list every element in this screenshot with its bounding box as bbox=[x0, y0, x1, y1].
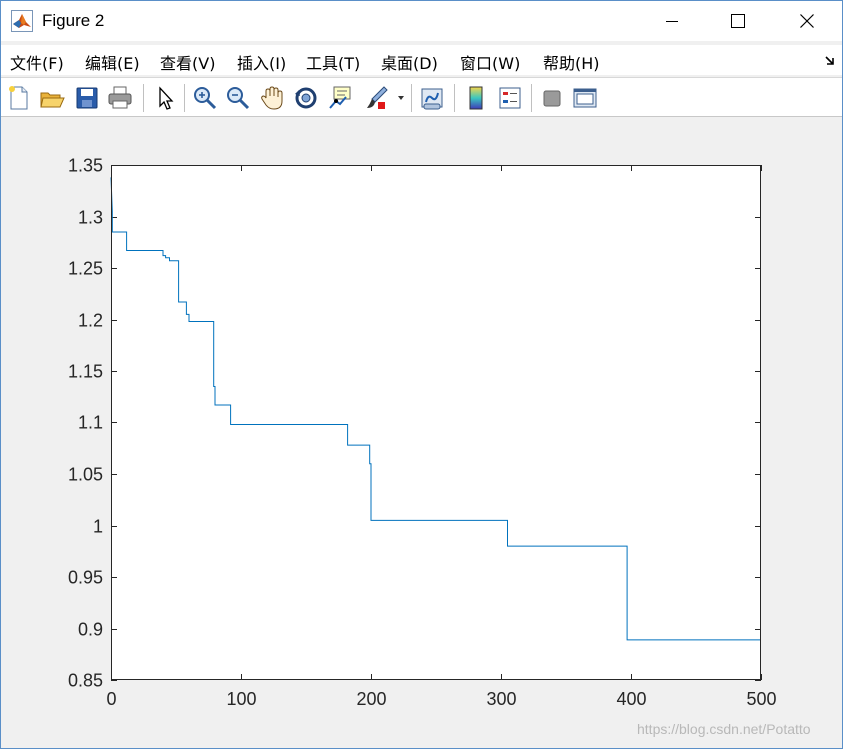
window-title: Figure 2 bbox=[42, 11, 105, 30]
print-icon bbox=[108, 86, 132, 109]
x-tick-label: 200 bbox=[356, 689, 386, 709]
colorbar-button[interactable] bbox=[462, 84, 490, 112]
toolbar-separator bbox=[411, 84, 412, 112]
pan-button[interactable] bbox=[258, 84, 286, 112]
show-plot-tools-icon bbox=[573, 88, 597, 108]
figure-toolbar bbox=[1, 77, 842, 117]
legend-icon bbox=[499, 87, 521, 109]
y-tick-label: 0.95 bbox=[68, 568, 103, 588]
figure-canvas[interactable]: 0.85 0.9 0.95 1 1.05 1.1 1.15 1.2 1.25 1.3 1.35 0 1… bbox=[1, 118, 842, 748]
new-figure-icon bbox=[9, 86, 28, 110]
rotate-3d-icon bbox=[295, 87, 317, 109]
x-tick-label: 500 bbox=[746, 689, 776, 709]
hide-plot-tools-button[interactable] bbox=[538, 84, 566, 112]
data-cursor-button[interactable] bbox=[326, 84, 354, 112]
watermark-text: https://blog.csdn.net/Potatto bbox=[637, 721, 811, 737]
figure-window: Figure 2 文件(F) 编辑(E) 查看(V) 插入(I) 工具(T) 桌… bbox=[0, 0, 843, 749]
brush-dropdown-icon[interactable] bbox=[397, 94, 405, 102]
maximize-button[interactable] bbox=[703, 1, 773, 41]
toolbar-separator bbox=[143, 84, 144, 112]
y-tick-label: 1.35 bbox=[68, 156, 103, 176]
brush-button[interactable] bbox=[362, 84, 390, 112]
line-chart[interactable]: 0.85 0.9 0.95 1 1.05 1.1 1.15 1.2 1.25 1.3 1.35 0 1… bbox=[1, 118, 842, 748]
menu-help[interactable]: 帮助(H) bbox=[543, 50, 600, 74]
x-tick-label: 400 bbox=[616, 689, 646, 709]
open-file-button[interactable] bbox=[38, 84, 66, 112]
toolbar-separator bbox=[184, 84, 185, 112]
x-tick-label: 300 bbox=[486, 689, 516, 709]
y-tick-label: 1.25 bbox=[68, 259, 103, 279]
show-plot-tools-button[interactable] bbox=[571, 84, 599, 112]
hide-plot-tools-icon bbox=[543, 90, 561, 107]
y-tick-label: 1.3 bbox=[78, 208, 103, 228]
x-tick-label: 0 bbox=[106, 689, 116, 709]
toolbar-separator bbox=[454, 84, 455, 112]
menu-file[interactable]: 文件(F) bbox=[10, 50, 64, 74]
rotate-3d-button[interactable] bbox=[292, 84, 320, 112]
new-figure-button[interactable] bbox=[5, 84, 33, 112]
minimize-icon bbox=[666, 21, 678, 22]
menu-desktop[interactable]: 桌面(D) bbox=[381, 50, 438, 74]
dock-arrow-icon[interactable] bbox=[823, 53, 837, 67]
save-icon bbox=[76, 87, 98, 109]
y-tick-label: 1.1 bbox=[78, 413, 103, 433]
pointer-icon bbox=[159, 86, 174, 110]
save-button[interactable] bbox=[73, 84, 101, 112]
close-icon bbox=[800, 14, 814, 28]
axes-area[interactable] bbox=[111, 165, 761, 680]
pan-hand-icon bbox=[261, 86, 283, 110]
legend-button[interactable] bbox=[496, 84, 524, 112]
menu-insert[interactable]: 插入(I) bbox=[237, 50, 286, 74]
menu-tools[interactable]: 工具(T) bbox=[306, 50, 360, 74]
toolbar-separator bbox=[531, 84, 532, 112]
menu-window[interactable]: 窗口(W) bbox=[460, 50, 520, 74]
data-cursor-icon bbox=[329, 86, 351, 109]
maximize-icon bbox=[731, 14, 745, 28]
brush-icon bbox=[367, 86, 388, 109]
y-tick-label: 1 bbox=[93, 517, 103, 537]
menu-edit[interactable]: 编辑(E) bbox=[85, 50, 140, 74]
zoom-in-button[interactable] bbox=[191, 84, 219, 112]
link-plot-button[interactable] bbox=[418, 84, 446, 112]
colorbar-icon bbox=[469, 86, 483, 110]
y-tick-label: 1.05 bbox=[68, 465, 103, 485]
zoom-out-button[interactable] bbox=[224, 84, 252, 112]
open-file-icon bbox=[40, 92, 65, 108]
menu-bar: 文件(F) 编辑(E) 查看(V) 插入(I) 工具(T) 桌面(D) 窗口(W… bbox=[1, 45, 842, 75]
y-tick-label: 0.85 bbox=[68, 671, 103, 691]
y-tick-label: 0.9 bbox=[78, 620, 103, 640]
minimize-button[interactable] bbox=[637, 1, 707, 41]
menu-view[interactable]: 查看(V) bbox=[160, 50, 215, 74]
matlab-logo-icon bbox=[11, 10, 33, 32]
zoom-out-icon bbox=[227, 87, 250, 110]
title-bar[interactable]: Figure 2 bbox=[1, 1, 842, 41]
pointer-button[interactable] bbox=[151, 84, 179, 112]
zoom-in-icon bbox=[194, 87, 217, 110]
link-plot-icon bbox=[421, 88, 443, 110]
print-button[interactable] bbox=[106, 84, 134, 112]
y-tick-label: 1.2 bbox=[78, 311, 103, 331]
x-tick-label: 100 bbox=[226, 689, 256, 709]
close-button[interactable] bbox=[772, 1, 842, 41]
y-tick-label: 1.15 bbox=[68, 362, 103, 382]
